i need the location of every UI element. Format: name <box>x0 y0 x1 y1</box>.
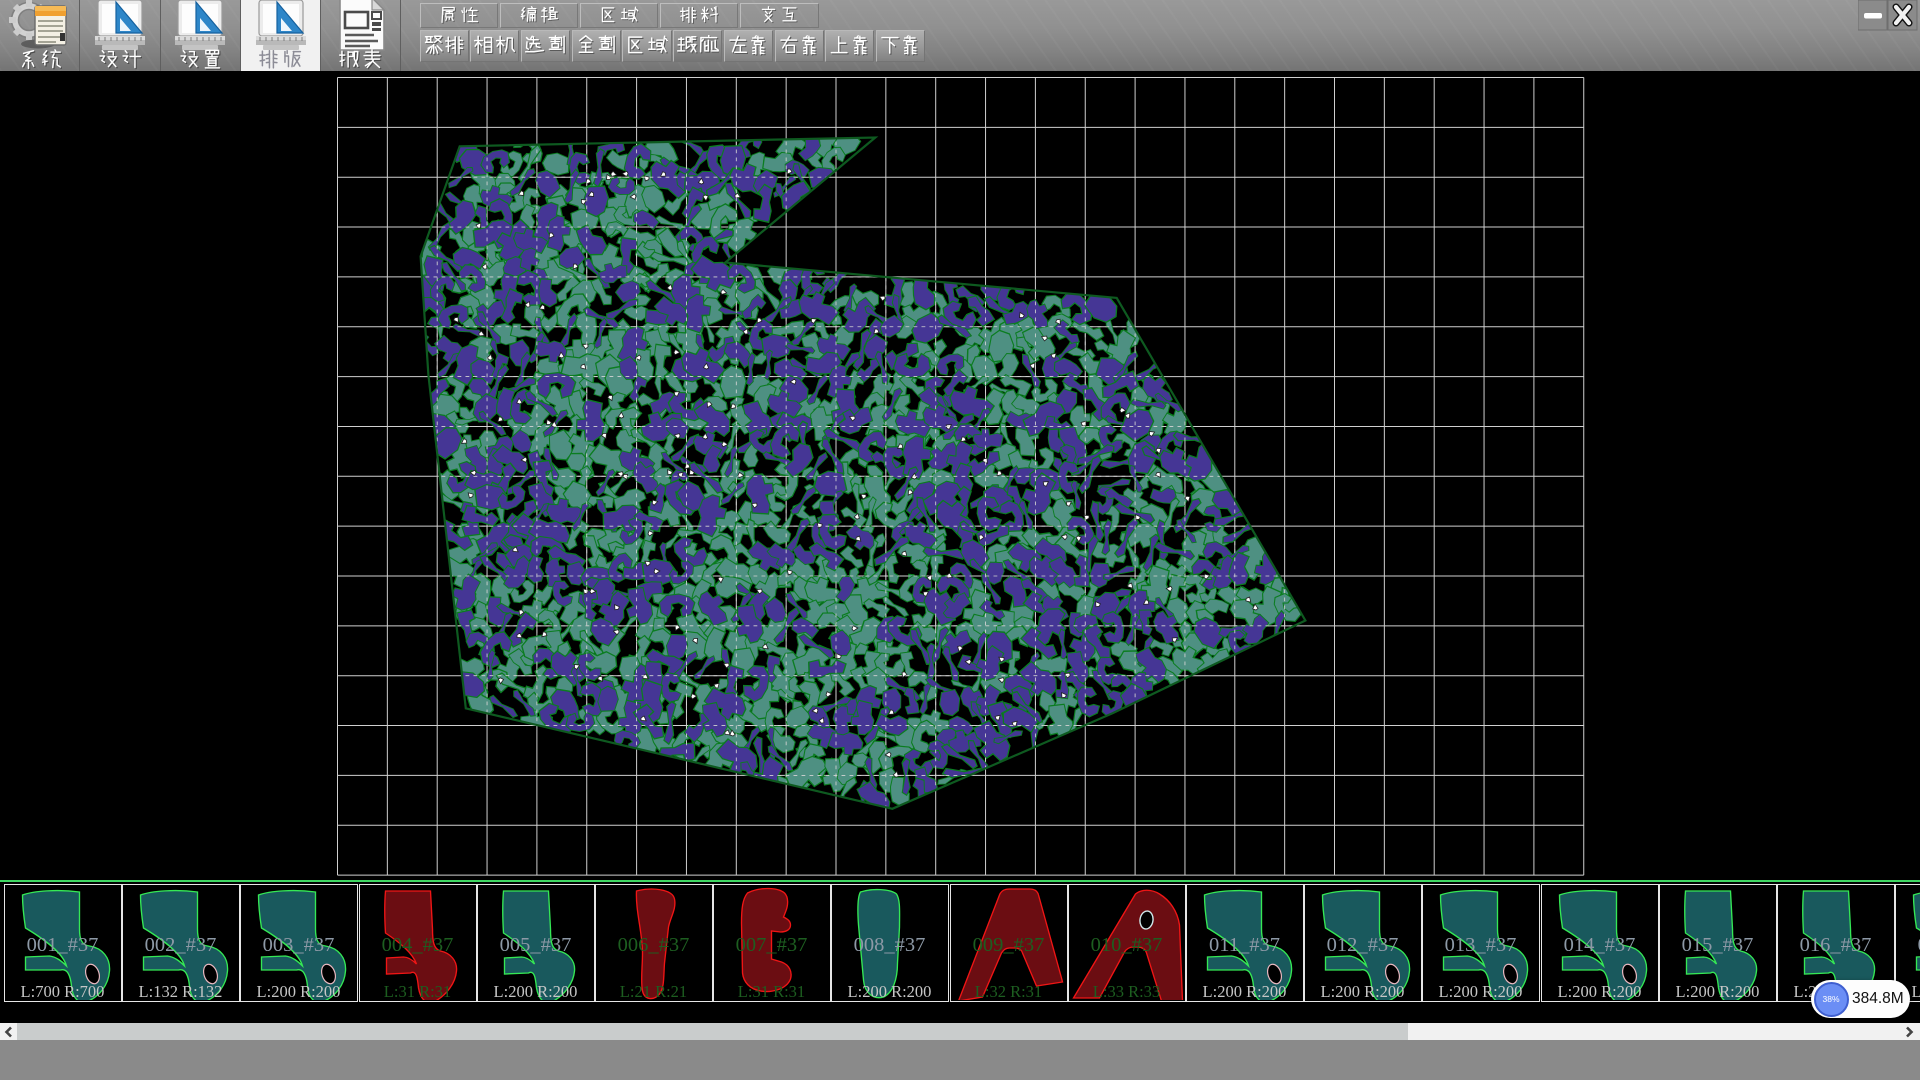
svg-text:L:33 R:33: L:33 R:33 <box>1093 982 1160 1000</box>
svg-text:003_#37: 003_#37 <box>263 934 335 956</box>
svg-text:004_#37: 004_#37 <box>381 934 453 956</box>
svg-text:009_#37: 009_#37 <box>972 934 1044 956</box>
svg-text:L:132 R:132: L:132 R:132 <box>139 982 223 1000</box>
svg-text:L:200 R:200: L:200 R:200 <box>1203 982 1287 1000</box>
svg-text:L:200 R:200: L:200 R:200 <box>848 982 932 1000</box>
svg-text:L:200 R:200: L:200 R:200 <box>257 982 341 1000</box>
svg-text:008_#37: 008_#37 <box>854 934 926 956</box>
svg-text:L:200 R:200: L:200 R:200 <box>493 982 577 1000</box>
svg-text:L:200 R:200: L:200 R:200 <box>1912 982 1920 1000</box>
svg-text:001_#37: 001_#37 <box>27 934 99 956</box>
svg-text:011_#37: 011_#37 <box>1209 934 1280 956</box>
svg-text:005_#37: 005_#37 <box>499 934 571 956</box>
svg-text:010_#37: 010_#37 <box>1090 934 1162 956</box>
svg-text:014_#37: 014_#37 <box>1563 934 1635 956</box>
svg-text:L:31 R:31: L:31 R:31 <box>383 982 450 1000</box>
svg-text:012_#37: 012_#37 <box>1327 934 1399 956</box>
svg-text:016_#37: 016_#37 <box>1800 934 1872 956</box>
svg-text:L:200 R:200: L:200 R:200 <box>1557 982 1641 1000</box>
svg-text:L:32 R:31: L:32 R:31 <box>974 982 1041 1000</box>
svg-text:007_#37: 007_#37 <box>736 934 808 956</box>
svg-text:L:200 R:200: L:200 R:200 <box>1439 982 1523 1000</box>
svg-text:L:700 R:700: L:700 R:700 <box>21 982 105 1000</box>
svg-text:006_#37: 006_#37 <box>618 934 690 956</box>
svg-text:013_#37: 013_#37 <box>1445 934 1517 956</box>
svg-text:015_#37: 015_#37 <box>1681 934 1753 956</box>
svg-text:L:200 R:200: L:200 R:200 <box>1321 982 1405 1000</box>
svg-text:L:21 R:21: L:21 R:21 <box>620 982 687 1000</box>
svg-text:L:200 R:200: L:200 R:200 <box>1675 982 1759 1000</box>
svg-text:002_#37: 002_#37 <box>145 934 217 956</box>
svg-text:L:31 R:31: L:31 R:31 <box>738 982 805 1000</box>
